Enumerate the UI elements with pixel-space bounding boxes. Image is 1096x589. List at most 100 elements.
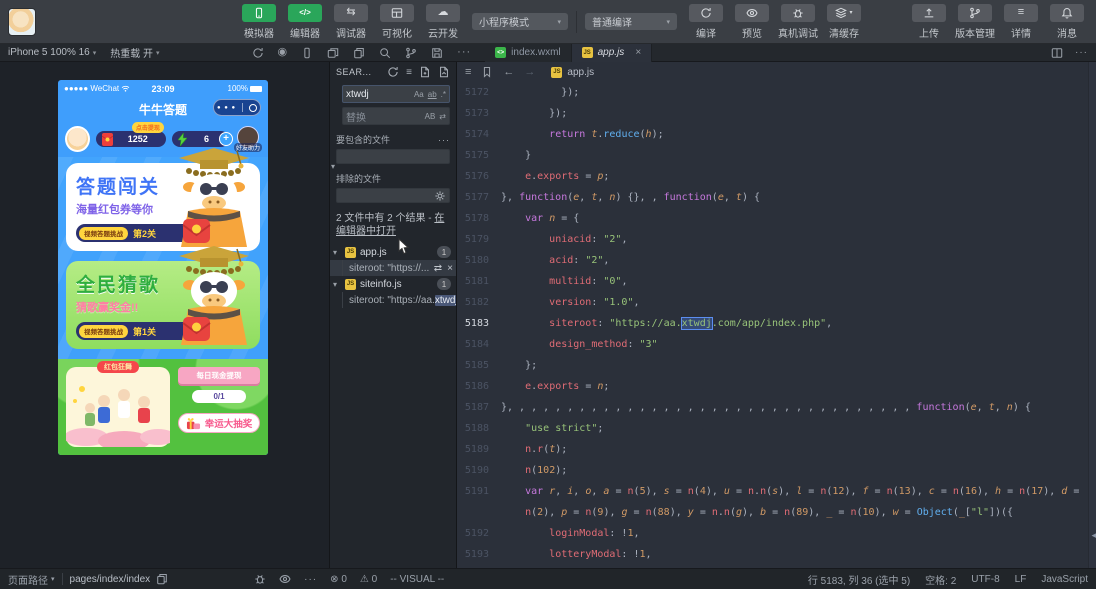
code-line[interactable]: 5189 n.r(t);: [457, 439, 1088, 460]
panel-expand-arrow[interactable]: ◂: [1091, 530, 1096, 541]
capsule-menu-icon[interactable]: ● ● ●: [217, 105, 236, 111]
daily-withdraw-banner[interactable]: 每日现金提现: [178, 367, 260, 384]
player-avatar[interactable]: [65, 126, 90, 152]
code-line[interactable]: 5175 }: [457, 145, 1088, 166]
code-line[interactable]: 5179 uniacid: "2",: [457, 229, 1088, 250]
open-in-editor-icon[interactable]: [438, 66, 450, 78]
mode-swap-button[interactable]: ⇆ 调试器: [328, 3, 374, 40]
outline-icon[interactable]: ≡: [465, 66, 471, 78]
mode-phone-button[interactable]: 模拟器: [236, 3, 282, 40]
code-line[interactable]: 5191 var r, i, o, a = n(5), s = n(4), u …: [457, 481, 1088, 502]
replace-input[interactable]: 替换 AB ⇄: [342, 107, 450, 125]
result-match-row[interactable]: siteroot: "https://aa.xtwdj....: [330, 292, 456, 308]
mode-code-button[interactable]: </> 编辑器: [282, 3, 328, 40]
close-tab-icon[interactable]: ×: [635, 47, 641, 58]
dance-activity-card[interactable]: 红包狂舞: [64, 361, 176, 451]
right-list-button[interactable]: ≡ 详情: [998, 3, 1044, 40]
whole-word-icon[interactable]: ab: [428, 90, 437, 99]
code-line[interactable]: 5193 lotteryModal: !1,: [457, 544, 1088, 565]
search-input[interactable]: xtwdj Aa ab .*: [342, 85, 450, 103]
result-file-row[interactable]: ▾ JS app.js 1: [330, 244, 456, 260]
code-line[interactable]: 5177}, function(e, t, n) {}, , function(…: [457, 187, 1088, 208]
phone-simulator[interactable]: ●●●●● WeChat 23:09 100% 牛牛答题 ● ● ● 1252 …: [58, 80, 268, 455]
refresh-icon[interactable]: [252, 47, 264, 59]
match-case-icon[interactable]: Aa: [414, 90, 424, 99]
appmode-select[interactable]: 小程序模式 ▾: [472, 13, 568, 30]
copy-path-icon[interactable]: [156, 573, 168, 585]
page-path-label[interactable]: 页面路径: [8, 572, 48, 587]
toggle-replace-chevron[interactable]: ▾: [331, 162, 335, 171]
error-count[interactable]: ⊗ 0: [330, 574, 347, 585]
exclude-files-input[interactable]: [336, 188, 450, 203]
record-icon[interactable]: ◉: [278, 47, 288, 58]
more-status-icon[interactable]: ···: [304, 574, 317, 585]
indentation-setting[interactable]: 空格: 2: [925, 572, 956, 587]
code-area[interactable]: 5172 }); 5173 }); 5174 return t.reduce(h);…: [457, 82, 1088, 568]
debug-icon[interactable]: [254, 573, 266, 585]
new-search-editor-icon[interactable]: [419, 66, 431, 78]
code-line[interactable]: 5176 e.exports = p;: [457, 166, 1088, 187]
code-line[interactable]: 5172 });: [457, 82, 1088, 103]
code-line[interactable]: 5183 siteroot: "https://aa.xtwdj.com/app…: [457, 313, 1088, 334]
code-line[interactable]: 5190 n(102);: [457, 460, 1088, 481]
dismiss-match-icon[interactable]: ×: [447, 263, 453, 274]
eol-setting[interactable]: LF: [1015, 574, 1027, 585]
right-upload-button[interactable]: 上传: [906, 3, 952, 40]
nav-back-icon[interactable]: ←: [503, 66, 514, 78]
regex-icon[interactable]: .*: [441, 90, 446, 99]
code-line[interactable]: 5192 loginModal: !1,: [457, 523, 1088, 544]
code-line[interactable]: 5188 "use strict";: [457, 418, 1088, 439]
more-icon[interactable]: ···: [457, 47, 471, 58]
action-bug-button[interactable]: 真机调试: [775, 3, 821, 40]
action-eye-button[interactable]: 预览: [729, 3, 775, 40]
device-icon[interactable]: [301, 47, 313, 59]
code-line[interactable]: 5173 });: [457, 103, 1088, 124]
capsule-close-icon[interactable]: [249, 103, 258, 112]
more-actions-icon[interactable]: ···: [1075, 47, 1088, 58]
language-mode[interactable]: JavaScript: [1041, 574, 1088, 585]
code-line[interactable]: 5184 design_method: "3": [457, 334, 1088, 355]
user-avatar[interactable]: [8, 7, 36, 36]
action-layers-button[interactable]: ▾ 清缓存: [821, 3, 867, 40]
copy-icon[interactable]: [353, 47, 365, 59]
code-line[interactable]: 5185 };: [457, 355, 1088, 376]
bookmark-icon[interactable]: [481, 66, 493, 78]
replace-all-icon[interactable]: ⇄: [439, 112, 446, 121]
replace-match-icon[interactable]: ⇄: [434, 263, 442, 274]
wechat-capsule[interactable]: ● ● ●: [213, 99, 261, 116]
windows-icon[interactable]: [327, 47, 339, 59]
code-line[interactable]: 5178 var n = {: [457, 208, 1088, 229]
compile-select[interactable]: 普通编译 ▾: [585, 13, 677, 30]
result-match-row[interactable]: siteroot: "https://... ⇄ ×: [330, 260, 456, 276]
editor-right-gutter[interactable]: [1088, 62, 1096, 568]
encoding-setting[interactable]: UTF-8: [971, 574, 999, 585]
code-line[interactable]: 5180 acid: "2",: [457, 250, 1088, 271]
lucky-draw-button[interactable]: 幸运大抽奖: [178, 413, 260, 433]
right-branch-button[interactable]: 版本管理: [952, 3, 998, 40]
search-icon[interactable]: [379, 47, 391, 59]
warning-count[interactable]: ⚠ 0: [360, 574, 377, 585]
right-bell-button[interactable]: 消息: [1044, 3, 1090, 40]
preview-icon[interactable]: [279, 573, 291, 585]
search-details-toggle[interactable]: ···: [438, 135, 450, 145]
cursor-position[interactable]: 行 5183, 列 36 (选中 5): [808, 572, 910, 587]
action-refresh-button[interactable]: 编译: [683, 3, 729, 40]
coin-counter[interactable]: 1252 点击提现: [95, 122, 166, 147]
code-line[interactable]: 5187}, , , , , , , , , , , , , , , , , ,…: [457, 397, 1088, 418]
hot-reload-toggle[interactable]: 热重载 开 ▾: [110, 45, 159, 60]
include-files-input[interactable]: [336, 149, 450, 164]
gear-icon[interactable]: [434, 190, 446, 202]
split-editor-icon[interactable]: [1051, 47, 1063, 59]
mode-cloud-button[interactable]: ☁ 云开发: [420, 3, 466, 40]
quiz-banner[interactable]: 答题闯关 海量红包券等你 视频答题挑战 第2关: [66, 148, 260, 251]
preserve-case-icon[interactable]: AB: [425, 112, 436, 121]
collapse-all-icon[interactable]: ≡: [406, 67, 412, 78]
tab-app.js[interactable]: JS app.js ×: [571, 43, 653, 62]
code-line[interactable]: 5182 version: "1.0",: [457, 292, 1088, 313]
save-icon[interactable]: [431, 47, 443, 59]
song-banner[interactable]: 全民猜歌 猜歌赢奖金!! 视频答题挑战 第1关: [66, 246, 260, 349]
tab-index.wxml[interactable]: <> index.wxml: [485, 43, 572, 62]
refresh-search-icon[interactable]: [387, 66, 399, 78]
device-selector[interactable]: iPhone 5 100% 16 ▾: [8, 47, 96, 58]
nav-forward-icon[interactable]: →: [524, 66, 535, 78]
